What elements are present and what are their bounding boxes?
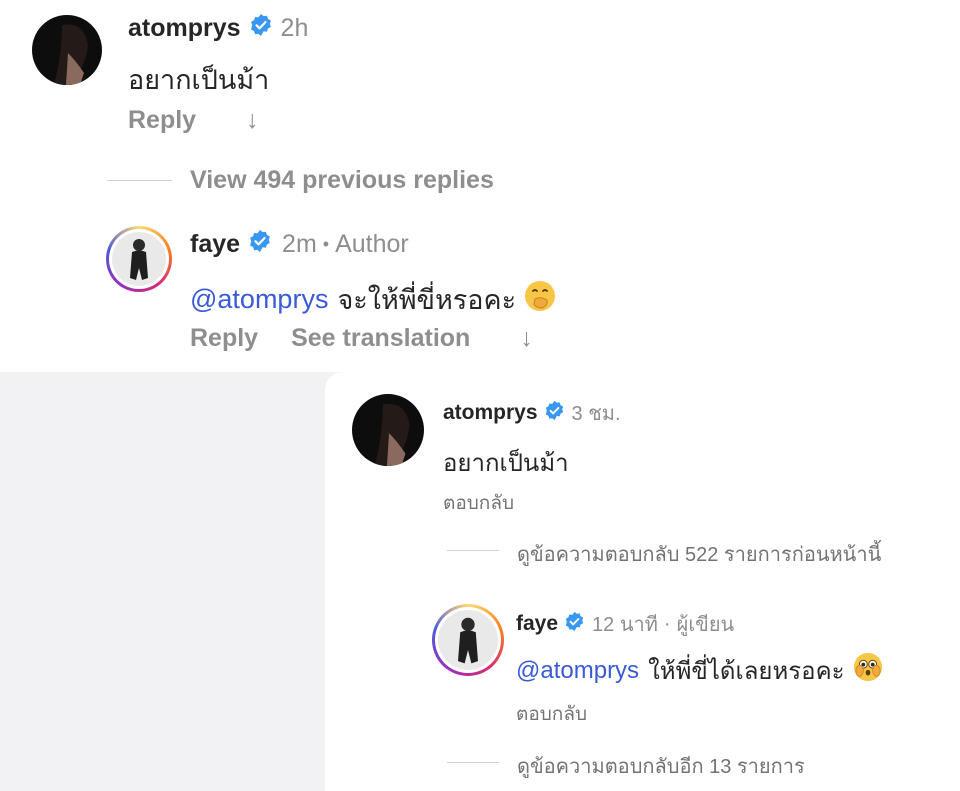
arrow-down-icon[interactable]: ↓	[246, 106, 259, 135]
comment-time: 3 ชม.	[571, 403, 621, 425]
hand-over-mouth-emoji-icon	[524, 280, 556, 319]
comment-username[interactable]: atomprys	[443, 401, 538, 425]
reply-button[interactable]: ตอบกลับ	[516, 699, 587, 729]
reply-button[interactable]: Reply	[128, 106, 196, 135]
view-previous-replies-link[interactable]: View 494 previous replies	[190, 166, 494, 195]
flushed-face-emoji-icon	[853, 652, 883, 689]
reply-button[interactable]: ตอบกลับ	[443, 488, 514, 518]
comment-text: อยากเป็นม้า	[128, 65, 270, 95]
avatar-faye[interactable]	[432, 604, 504, 676]
mention-link[interactable]: @atomprys	[516, 657, 639, 685]
comment-time: 2h	[280, 13, 309, 42]
reply-time: 12 นาที	[592, 614, 658, 636]
arrow-down-icon[interactable]: ↓	[520, 324, 533, 353]
reply-username[interactable]: faye	[190, 230, 240, 259]
comment-username[interactable]: atomprys	[128, 14, 241, 43]
avatar-atomprys[interactable]	[32, 15, 102, 85]
avatar-atomprys[interactable]	[352, 394, 424, 466]
replies-divider	[107, 180, 172, 181]
meta-separator: ·	[663, 612, 671, 635]
reply-time: 2m	[282, 229, 317, 258]
verified-badge-icon	[564, 611, 585, 638]
mention-link[interactable]: @atomprys	[190, 284, 328, 315]
view-previous-replies-link[interactable]: ดูข้อความตอบกลับ 522 รายการก่อนหน้านี้	[517, 538, 881, 570]
meta-separator: •	[322, 233, 330, 254]
author-badge: ผู้เขียน	[676, 614, 735, 636]
comment-text: อยากเป็นม้า	[443, 450, 569, 477]
author-badge: Author	[335, 229, 409, 258]
reply-text: จะให้พี่ขี่หรอคะ	[337, 285, 517, 315]
reply-button[interactable]: Reply	[190, 324, 258, 353]
replies-divider	[447, 550, 499, 551]
verified-badge-icon	[544, 400, 565, 427]
view-more-replies-link[interactable]: ดูข้อความตอบกลับอีก 13 รายการ	[517, 750, 805, 782]
avatar-faye[interactable]	[106, 226, 172, 292]
replies-divider	[447, 762, 499, 763]
reply-text: ให้พี่ขี่ได้เลยหรอคะ	[648, 658, 845, 685]
reply-username[interactable]: faye	[516, 612, 558, 636]
verified-badge-icon	[249, 13, 273, 44]
verified-badge-icon	[248, 229, 272, 260]
see-translation-button[interactable]: See translation	[291, 324, 470, 353]
